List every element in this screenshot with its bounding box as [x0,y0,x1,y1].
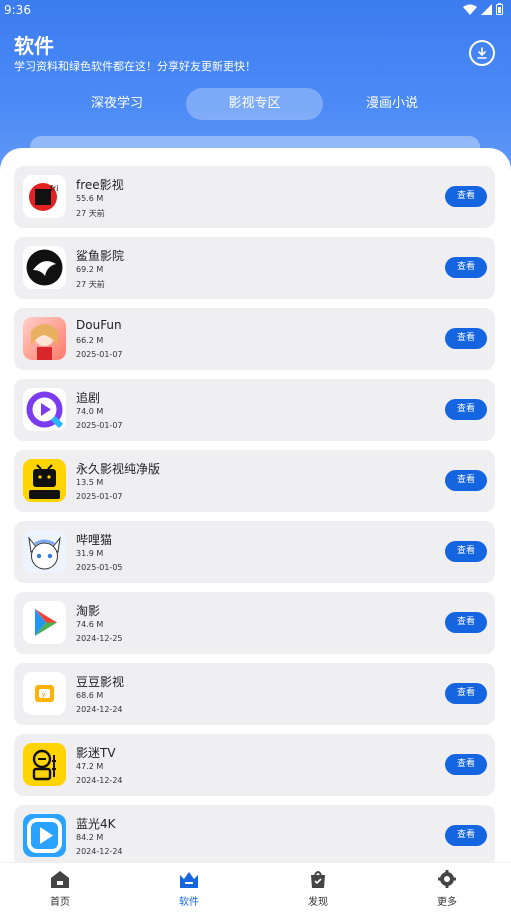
view-button[interactable]: 查看 [445,328,487,349]
category-tabs: · 深夜学习 影视专区 漫画小说 [0,88,511,122]
app-size: 84.2 M [76,833,104,842]
list-item[interactable]: 追剧 74.0 M 2025-01-07 查看 [14,379,495,441]
app-name: 永久影视纯净版 [76,462,161,476]
yingmi-tv-icon [23,743,66,786]
battery-icon [496,3,503,15]
nav-software[interactable]: 软件 [149,869,229,908]
app-date: 2024-12-25 [76,634,123,643]
svg-text:y: y [42,691,46,699]
page-subtitle: 学习资料和绿色软件都在这！分享好友更新更快！ [14,60,256,73]
tab-video[interactable]: 影视专区 [186,88,323,120]
list-item[interactable]: DouFun 66.2 M 2025-01-07 查看 [14,308,495,370]
app-name: 追剧 [76,391,101,405]
app-date: 27 天前 [76,280,105,289]
wifi-icon [463,4,477,15]
zhuiju-play-icon [23,388,66,431]
free-video-icon: fri [23,175,66,218]
tab-partial-left[interactable]: · [0,88,4,120]
home-icon [51,871,69,888]
app-size: 31.9 M [76,549,104,558]
app-name: 豆豆影视 [76,675,125,689]
app-size: 13.5 M [76,478,104,487]
page-title: 软件 [14,34,54,58]
list-item[interactable]: y 豆豆影视 68.6 M 2024-12-24 查看 [14,663,495,725]
list-item[interactable]: 淘影 74.6 M 2024-12-25 查看 [14,592,495,654]
nav-more[interactable]: 更多 [407,869,487,908]
app-size: 74.6 M [76,620,104,629]
nav-discover[interactable]: 发现 [278,869,358,908]
bottom-navigation: 首页 软件 发现 更多 [0,862,511,921]
tab-comics[interactable]: 漫画小说 [352,88,432,120]
view-button[interactable]: 查看 [445,186,487,207]
nav-discover-label: 发现 [308,897,328,908]
app-name: 淘影 [76,604,101,618]
bluray-play-icon [23,814,66,857]
doudou-icon: y [23,672,66,715]
app-name: 蓝光4K [76,817,116,831]
signal-icon [481,3,492,15]
app-name: 哔哩猫 [76,533,113,547]
app-name: 鲨鱼影院 [76,249,125,263]
discover-icon [311,871,325,888]
view-button[interactable]: 查看 [445,470,487,491]
app-date: 2024-12-24 [76,705,123,714]
view-button[interactable]: 查看 [445,612,487,633]
app-date: 2024-12-24 [76,776,123,785]
app-size: 66.2 M [76,336,104,345]
app-name: 影迷TV [76,746,116,760]
tab-late-night[interactable]: 深夜学习 [77,88,157,120]
view-button[interactable]: 查看 [445,754,487,775]
app-name: DouFun [76,318,122,332]
view-button[interactable]: 查看 [445,399,487,420]
view-button[interactable]: 查看 [445,683,487,704]
view-button[interactable]: 查看 [445,825,487,846]
list-item[interactable]: 哔哩猫 31.9 M 2025-01-05 查看 [14,521,495,583]
list-item[interactable]: 影迷TV 47.2 M 2024-12-24 查看 [14,734,495,796]
status-bar: 9:36 [0,0,511,22]
nav-home-label: 首页 [50,897,70,908]
list-item[interactable]: 蓝光4K 84.2 M 2024-12-24 查看 [14,805,495,867]
app-size: 69.2 M [76,265,104,274]
app-date: 2024-12-24 [76,847,123,856]
app-size: 55.6 M [76,194,104,203]
app-name: free影视 [76,178,124,192]
tv-pure-icon [23,459,66,502]
doufun-icon [23,317,66,360]
taoying-play-icon [23,601,66,644]
shark-cinema-icon [23,246,66,289]
app-date: 2025-01-07 [76,421,123,430]
app-date: 27 天前 [76,209,105,218]
nav-home[interactable]: 首页 [20,869,100,908]
nav-software-label: 软件 [179,897,199,908]
content-sheet: fri free影视 55.6 M 27 天前 查看 鲨鱼影院 69.2 M 2… [0,148,511,868]
app-date: 2025-01-07 [76,492,123,501]
list-item[interactable]: 永久影视纯净版 13.5 M 2025-01-07 查看 [14,450,495,512]
download-icon [477,47,487,59]
view-button[interactable]: 查看 [445,257,487,278]
status-time: 9:36 [4,3,31,17]
svg-text:fri: fri [50,184,58,193]
app-size: 47.2 M [76,762,104,771]
software-icon [180,872,198,888]
nav-more-label: 更多 [437,897,457,908]
status-icons [463,3,503,15]
app-size: 74.0 M [76,407,104,416]
list-item[interactable]: 鲨鱼影院 69.2 M 27 天前 查看 [14,237,495,299]
view-button[interactable]: 查看 [445,541,487,562]
app-date: 2025-01-07 [76,350,123,359]
list-item[interactable]: fri free影视 55.6 M 27 天前 查看 [14,166,495,228]
app-date: 2025-01-05 [76,563,123,572]
bilimao-icon [23,530,66,573]
gear-icon [438,870,456,888]
app-size: 68.6 M [76,691,104,700]
download-button[interactable] [469,40,495,66]
